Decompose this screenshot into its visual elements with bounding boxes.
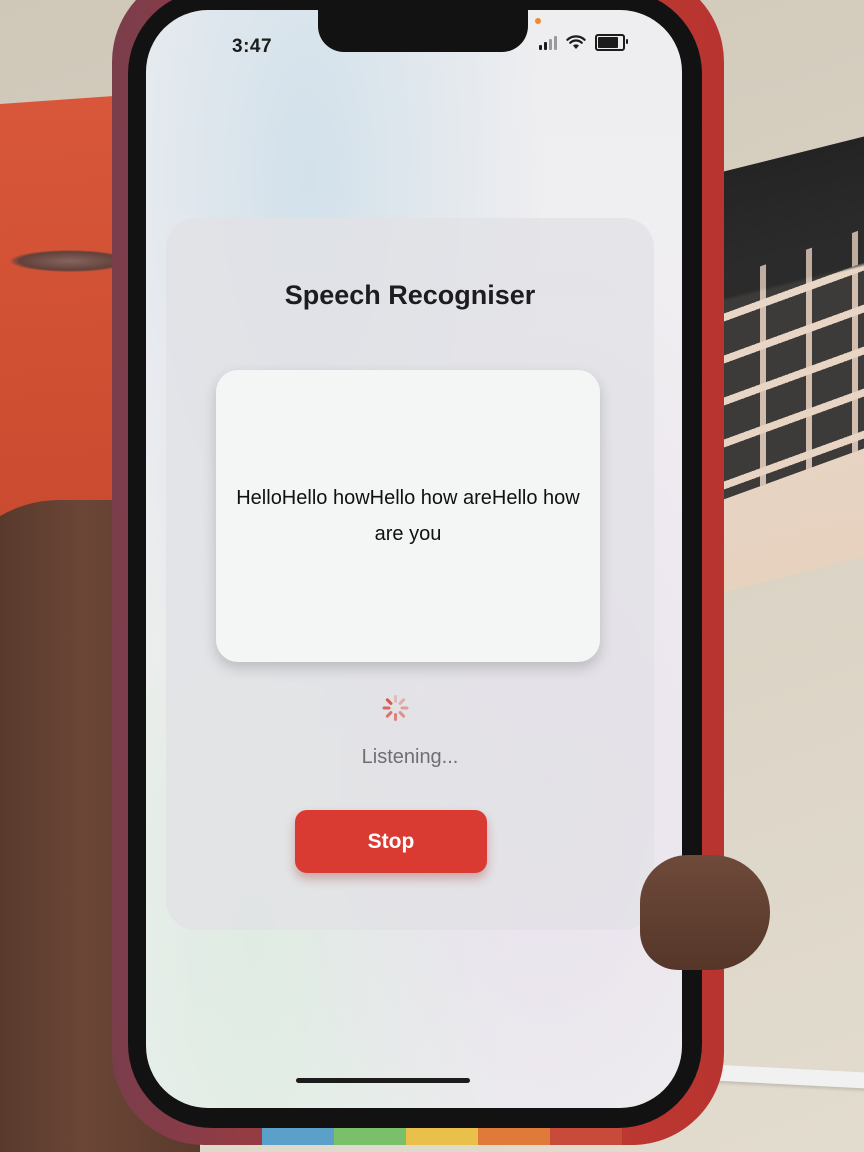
spinner-tick — [397, 710, 406, 719]
home-indicator[interactable] — [296, 1078, 470, 1083]
spinner-tick — [394, 695, 397, 703]
spinner-tick — [385, 697, 394, 706]
stop-button[interactable]: Stop — [295, 810, 487, 873]
notch — [318, 10, 528, 52]
battery-icon — [595, 34, 628, 51]
transcript-box: HelloHello howHello how areHello how are… — [216, 370, 600, 662]
spinner-tick — [400, 706, 409, 710]
holding-finger — [640, 855, 770, 970]
cellular-signal-icon — [539, 35, 557, 50]
photo-scene: 3:47 Speech Recogniser HelloHello howHel… — [0, 0, 864, 1152]
loading-spinner-icon — [382, 694, 410, 722]
spinner-tick — [382, 706, 391, 710]
transcript-text: HelloHello howHello how areHello how are… — [236, 487, 580, 545]
camera-indicator-dot — [535, 18, 541, 24]
listening-status: Listening... — [361, 746, 459, 768]
status-bar-time: 3:47 — [232, 36, 273, 57]
page-title: Speech Recogniser — [284, 280, 536, 310]
spinner-tick — [397, 697, 406, 706]
battery-level-fill — [598, 37, 619, 48]
spinner-tick — [385, 710, 394, 719]
spinner-tick — [394, 713, 397, 721]
phone-screen: 3:47 Speech Recogniser HelloHello howHel… — [146, 10, 682, 1108]
speech-recogniser-card: Speech Recogniser HelloHello howHello ho… — [166, 218, 654, 930]
status-bar-icons — [539, 34, 628, 51]
wifi-icon — [566, 35, 586, 49]
